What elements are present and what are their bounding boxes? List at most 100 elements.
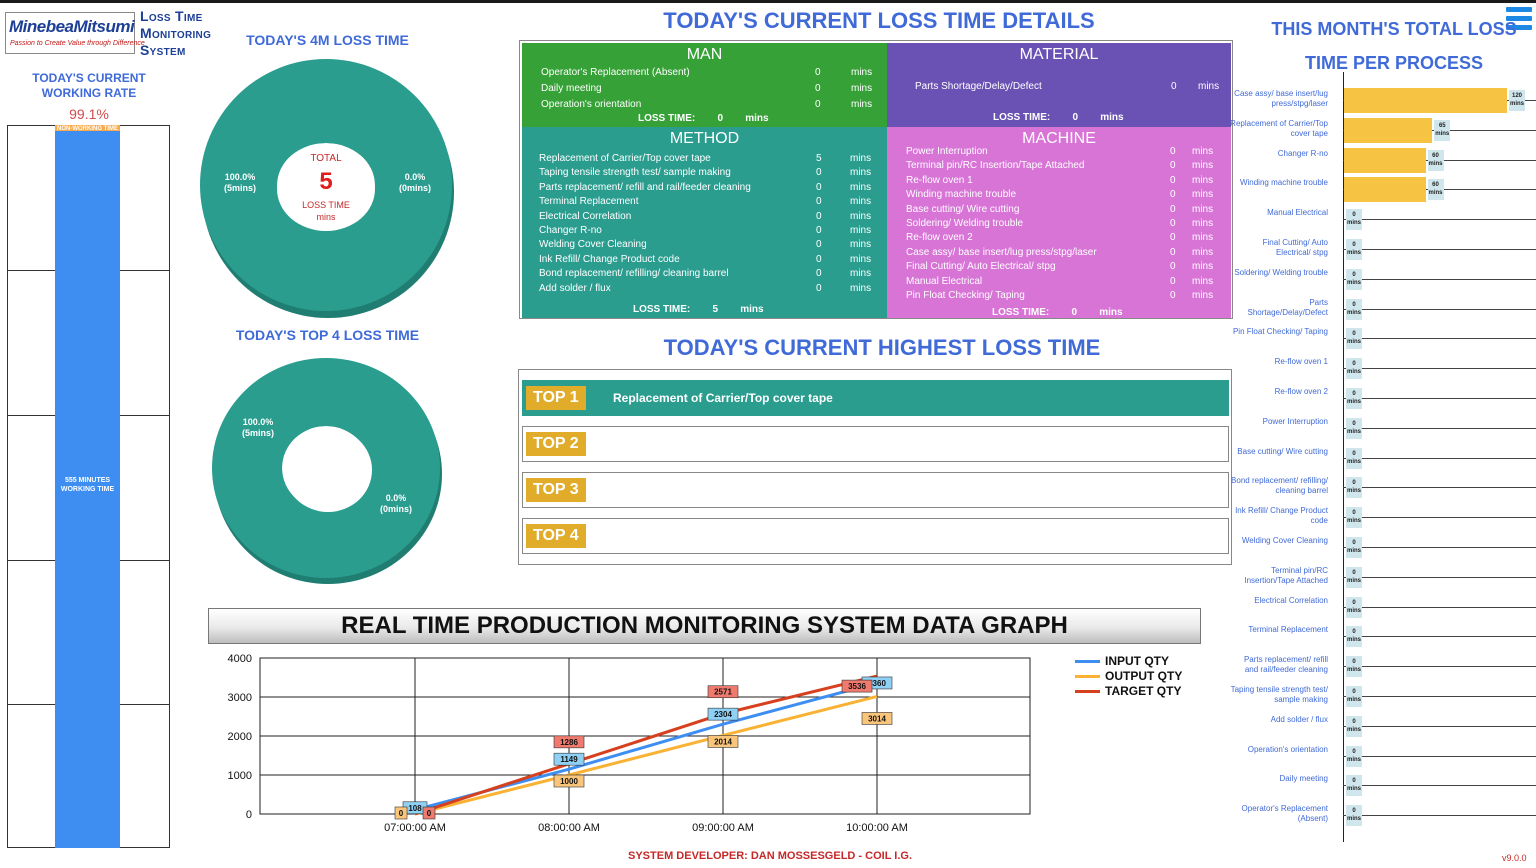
data-label: 108 xyxy=(408,804,422,813)
process-label: Bond replacement/ refilling/ cleaning ba… xyxy=(1231,476,1328,496)
machine-row-label: Power Interruption xyxy=(906,146,988,157)
process-label: Changer R-no xyxy=(1277,148,1328,158)
legend-swatch xyxy=(1075,675,1100,678)
method-row-label: Ink Refill/ Change Product code xyxy=(539,253,680,265)
process-label: Daily meeting xyxy=(1279,774,1328,784)
process-value-label: 0 mins xyxy=(1346,209,1362,231)
material-loss-time: LOSS TIME: 0 mins xyxy=(993,112,1124,123)
machine-loss-label: LOSS TIME: xyxy=(992,307,1050,318)
method-row-unit: mins xyxy=(850,282,872,294)
process-label: Re-flow oven 2 xyxy=(1274,387,1328,396)
machine-row-unit: mins xyxy=(1192,146,1214,157)
data-label: 2304 xyxy=(714,710,732,719)
system-title: Loss Time Monitoring System xyxy=(140,8,211,59)
process-gridline xyxy=(1343,755,1536,757)
machine-loss-value: 0 xyxy=(1071,307,1078,318)
machine-row-value: 0 xyxy=(1170,246,1176,258)
man-loss-time: LOSS TIME: 0 mins xyxy=(638,113,769,124)
method-loss-time: LOSS TIME: 5 mins xyxy=(633,304,764,315)
method-row-label: Electrical Correlation xyxy=(539,210,632,222)
material-loss-label: LOSS TIME: xyxy=(993,112,1051,123)
machine-row-label: Base cutting/ Wire cutting xyxy=(906,203,1020,215)
method-row-label: Taping tensile strength test/ sample mak… xyxy=(539,167,731,179)
top4-donut-label-b: 0.0% (0mins) xyxy=(379,493,412,514)
data-label: 1149 xyxy=(560,755,578,764)
process-gridline xyxy=(1343,547,1536,548)
process-value: 0 xyxy=(1352,718,1356,725)
logo-tagline: Passion to Create Value through Differen… xyxy=(10,40,145,47)
process-value: 60 xyxy=(1432,152,1439,159)
process-gridline xyxy=(1343,338,1536,340)
system-title-line-2: Monitoring xyxy=(140,25,212,41)
method-panel: METHOD Replacement of Carrier/Top cover … xyxy=(522,127,887,318)
machine-row-unit: mins xyxy=(1192,275,1214,287)
data-label: 1000 xyxy=(560,777,578,786)
machine-row-value: 0 xyxy=(1170,146,1176,157)
man-loss-label: LOSS TIME: xyxy=(638,113,696,124)
legend-item: OUTPUT QTY xyxy=(1105,669,1183,683)
top-row-3[interactable]: TOP 3 xyxy=(522,472,1229,508)
data-label: 3014 xyxy=(868,714,886,723)
top-row-1[interactable]: TOP 1 Replacement of Carrier/Top cover t… xyxy=(522,380,1229,416)
man-panel: MAN Operator's Replacement (Absent) 0 mins… xyxy=(522,43,887,127)
y-tick-label: 3000 xyxy=(228,692,252,704)
data-label: 2014 xyxy=(714,737,732,746)
x-tick-label: 08:00:00 AM xyxy=(538,822,600,834)
process-value-label: 0 mins xyxy=(1346,596,1362,618)
process-value: 0 xyxy=(1352,629,1356,636)
process-value: 0 xyxy=(1352,689,1356,695)
machine-loss-unit: mins xyxy=(1099,307,1123,318)
man-row-value: 0 xyxy=(815,67,821,78)
method-row-label: Replacement of Carrier/Top cover tape xyxy=(539,153,711,164)
machine-row-label: Pin Float Checking/ Taping xyxy=(906,290,1025,301)
process-gridline xyxy=(1343,398,1536,399)
process-value-label: 0 mins xyxy=(1346,268,1362,290)
process-label: Parts replacement/ refill and rail/feede… xyxy=(1243,655,1328,675)
machine-row-unit: mins xyxy=(1192,174,1214,186)
process-gridline xyxy=(1343,725,1536,727)
process-value-label: 65 mins xyxy=(1434,119,1451,141)
process-chart-title: THIS MONTH'S TOTAL LOSS TIME PER PROCESS xyxy=(1255,12,1533,80)
top-row-4[interactable]: TOP 4 xyxy=(522,518,1229,554)
y-tick-label: 0 xyxy=(246,809,252,821)
machine-row-label: Final Cutting/ Auto Electrical/ stpg xyxy=(906,261,1056,273)
method-loss-value: 5 xyxy=(712,304,719,315)
method-loss-label: LOSS TIME: xyxy=(633,304,691,315)
top-row-2[interactable]: TOP 2 xyxy=(522,426,1229,462)
process-unit: mins xyxy=(1346,309,1361,316)
material-panel: MATERIAL Parts Shortage/Delay/Defect 0 min… xyxy=(887,43,1231,127)
loss-4m-left-label: 100.0% (5mins) xyxy=(223,172,256,193)
process-label: Re-flow oven 1 xyxy=(1274,357,1328,367)
process-unit: mins xyxy=(1346,339,1361,346)
system-title-line-1: Loss Time xyxy=(140,8,203,24)
process-label: Terminal Replacement xyxy=(1248,625,1328,635)
machine-row-value: 0 xyxy=(1170,203,1176,215)
process-value-label: 0 mins xyxy=(1346,298,1362,320)
process-value: 60 xyxy=(1432,182,1439,189)
top4-donut-title: TODAY'S TOP 4 LOSS TIME xyxy=(235,327,420,343)
top-tag-3: TOP 3 xyxy=(526,478,586,502)
process-gridline xyxy=(1343,666,1536,668)
process-value-label: 0 mins xyxy=(1346,507,1362,529)
process-bar xyxy=(1344,177,1426,203)
process-gridline xyxy=(1343,457,1536,459)
production-line-chart: 0 1000 2000 3000 4000 07:00:00 AM 08:00:00 AM 0… xyxy=(228,653,1031,834)
process-label: Operator's Replacement (Absent) xyxy=(1241,804,1328,824)
method-row-unit: mins xyxy=(850,167,872,179)
method-row-unit: mins xyxy=(850,225,872,236)
production-chart-legend: INPUT QTY OUTPUT QTY TARGET QTY xyxy=(1075,654,1205,704)
method-row-value: 0 xyxy=(816,282,822,294)
machine-row-value: 0 xyxy=(1170,174,1176,186)
process-label: Ink Refill/ Change Product code xyxy=(1235,506,1328,526)
process-value-label: 60 mins xyxy=(1427,149,1444,171)
method-row-value: 0 xyxy=(816,210,822,222)
developer-credit: SYSTEM DEVELOPER: DAN MOSSESGELD - COIL … xyxy=(628,850,912,862)
process-label: Operation's orientation xyxy=(1247,744,1328,754)
man-row-unit: mins xyxy=(851,67,873,78)
process-unit: mins xyxy=(1435,130,1450,137)
process-bar-chart: Case assy/ base insert/lug press/stpg/la… xyxy=(1230,72,1536,850)
process-label: Final Cutting/ Auto Electrical/ stpg xyxy=(1262,238,1328,257)
y-tick-label: 4000 xyxy=(228,653,252,665)
method-row-unit: mins xyxy=(850,239,872,251)
process-value: 120 xyxy=(1511,93,1522,99)
